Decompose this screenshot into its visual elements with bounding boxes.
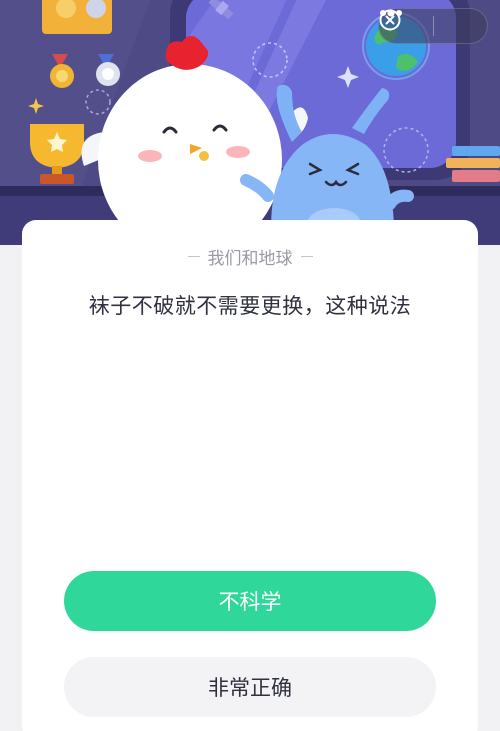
category-heading: 我们和地球	[22, 244, 478, 269]
quiz-card: 我们和地球 袜子不破就不需要更换，这种说法 不科学 非常正确	[22, 220, 478, 731]
books-icon	[446, 146, 500, 182]
mini-program-capsule	[378, 8, 488, 44]
answer-option-a[interactable]: 不科学	[64, 571, 436, 631]
close-button[interactable]	[379, 8, 487, 44]
answer-option-b[interactable]: 非常正确	[64, 657, 436, 717]
divider	[187, 256, 200, 257]
divider	[300, 256, 313, 257]
category-label: 我们和地球	[207, 249, 293, 269]
close-circle-icon	[379, 9, 401, 31]
banner-illustration	[0, 0, 500, 245]
question-text: 袜子不破就不需要更换，这种说法	[88, 294, 412, 318]
